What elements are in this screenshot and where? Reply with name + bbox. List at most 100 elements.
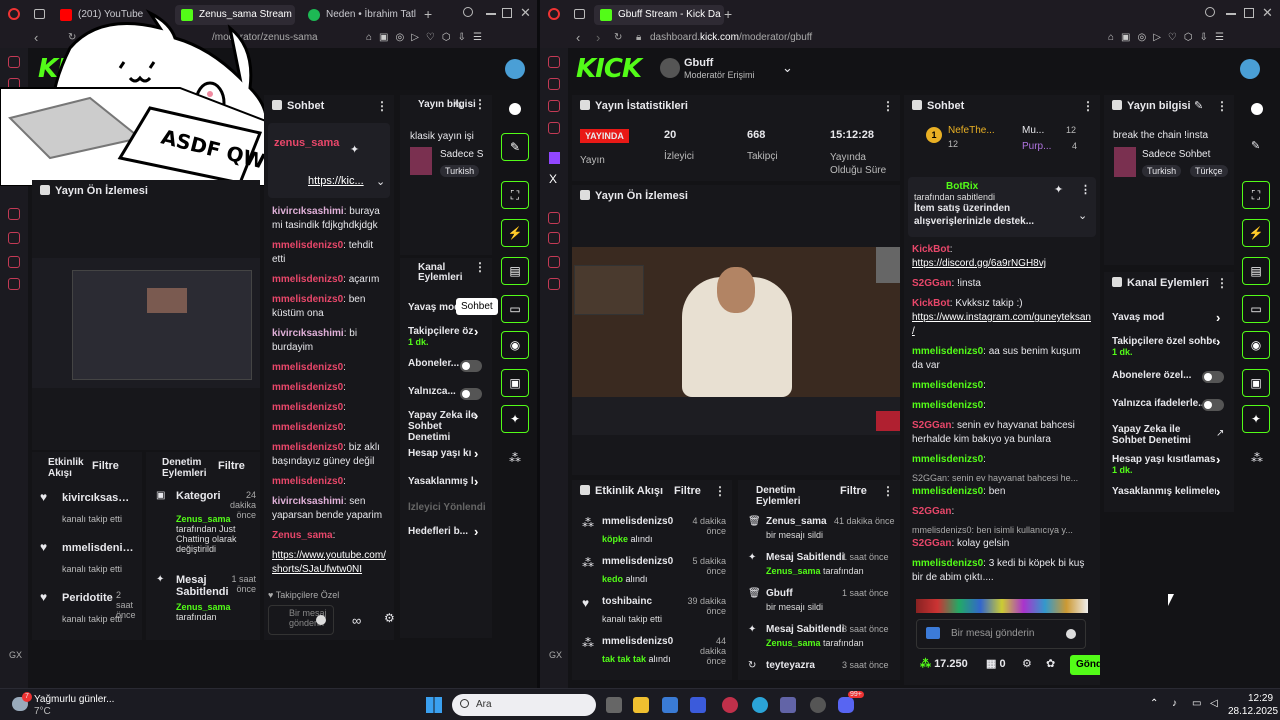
edit-icon[interactable]: ✎	[454, 99, 463, 112]
teams-icon[interactable]	[780, 697, 796, 713]
channel-action-item[interactable]: Hesap yaşı kısıtlaması 1 dk.	[1112, 454, 1216, 476]
minimize-button[interactable]	[1226, 13, 1236, 15]
rail-users-icon[interactable]: ⁂	[509, 451, 521, 465]
stream-preview-video[interactable]	[32, 258, 260, 388]
moderation-by[interactable]: Zenus_sama	[766, 638, 821, 648]
chat-menu-icon[interactable]: ⋮	[376, 99, 388, 113]
chevron-right-icon[interactable]: ›	[1216, 310, 1220, 325]
chat-link[interactable]: https://www.instagram.com/guneyteksan/	[912, 312, 1091, 337]
moderation-title[interactable]: Mesaj Sabitlendi	[766, 624, 844, 635]
chat-username[interactable]: mmelisdenizs0	[272, 402, 343, 413]
rail-chat-button[interactable]: ▭	[1242, 295, 1270, 323]
opera-logo-icon[interactable]	[548, 8, 560, 20]
channel-action-item[interactable]: Takipçilere özel sohbe 1 dk.	[1112, 336, 1216, 358]
channel-switch-chevron-icon[interactable]: ⌄	[782, 60, 793, 76]
activity-user[interactable]: toshibainc	[602, 596, 652, 607]
toggle-switch[interactable]	[460, 388, 482, 400]
maximize-button[interactable]	[502, 8, 512, 18]
external-link-icon[interactable]: ↗	[1216, 428, 1224, 439]
emote-icon[interactable]	[316, 615, 326, 625]
twitch-icon[interactable]	[549, 152, 560, 164]
rail-edit-button[interactable]: ✎	[1251, 139, 1260, 152]
chevron-right-icon[interactable]: ›	[474, 408, 478, 423]
moderation-by[interactable]: Zenus_sama	[766, 566, 821, 576]
channel-actions-menu-icon[interactable]: ⋮	[1216, 276, 1228, 290]
volume-icon[interactable]: ◁	[1210, 698, 1218, 709]
chat-menu-icon[interactable]: ⋮	[1082, 99, 1094, 113]
chat-username[interactable]: S2GGan	[912, 506, 951, 517]
channel-action-item[interactable]: Yasaklanmış kelimeler	[1112, 486, 1216, 497]
moderation-menu-icon[interactable]: ⋮	[882, 484, 894, 498]
channel-action-item[interactable]: Yavaş mod	[1112, 312, 1216, 323]
edge-icon[interactable]	[752, 697, 768, 713]
channel-actions-menu-icon[interactable]: ⋮	[474, 261, 486, 273]
close-button[interactable]: ✕	[1262, 5, 1273, 21]
rail-chat-button[interactable]: ▭	[501, 295, 529, 323]
sidebar-icon-3[interactable]	[8, 208, 20, 220]
sidebar-icon-6[interactable]	[548, 232, 560, 244]
sidebar-icon-8[interactable]	[548, 278, 560, 290]
sidebar-icon-2[interactable]	[548, 78, 560, 90]
store-icon[interactable]	[662, 697, 678, 713]
sidebar-icon-3[interactable]	[548, 100, 560, 112]
tag-badge-1[interactable]: Turkish	[1142, 165, 1182, 177]
opera-gx-icon[interactable]	[722, 697, 738, 713]
rail-tools-button[interactable]: ✦	[1242, 405, 1270, 433]
moderation-title[interactable]: Gbuff	[766, 588, 793, 599]
toggle-switch[interactable]	[1202, 371, 1224, 383]
avatar[interactable]	[505, 59, 525, 79]
tab-gbuff-stream[interactable]: Gbuff Stream - Kick Da	[594, 5, 724, 25]
chat-username[interactable]: mmelisdenizs0	[912, 380, 983, 391]
sidebar-icon-6[interactable]	[8, 278, 20, 290]
pinned-message[interactable]: zenus_sama ✦ https://kic... ⌄	[268, 123, 390, 198]
send-button[interactable]: Gönd	[1070, 655, 1100, 675]
chat-username[interactable]: S2GGan	[912, 420, 951, 431]
channel-action-item[interactable]: Yalnızca ifadelerle...	[1112, 398, 1216, 409]
app-icon-2[interactable]	[810, 697, 826, 713]
chat-username[interactable]: mmelisdenizs0	[272, 442, 343, 453]
chevron-down-icon[interactable]: ⌄	[1078, 209, 1087, 222]
chevron-right-icon[interactable]: ›	[474, 524, 478, 539]
edit-icon[interactable]: ✎	[1194, 99, 1203, 112]
tag-badge[interactable]: Turkish	[440, 165, 480, 177]
chat-username[interactable]: S2GGan	[912, 278, 951, 289]
chat-link[interactable]: https://www.youtube.com/shorts/SJaUfwtw0…	[272, 550, 386, 575]
search-tabs-icon[interactable]	[463, 7, 473, 17]
chat-username[interactable]: mmelisdenizs0	[272, 362, 343, 373]
rail-broadcast-button[interactable]: ◉	[501, 331, 529, 359]
chat-username[interactable]: mmelisdenizs0	[272, 294, 343, 305]
category-name[interactable]: Sadece S	[440, 149, 490, 160]
toggle-switch[interactable]	[460, 360, 482, 372]
chevron-down-icon[interactable]: ⌄	[376, 175, 385, 188]
back-icon[interactable]: ‹	[576, 29, 580, 47]
app-icon-1[interactable]	[690, 697, 706, 713]
gifts-display[interactable]: ▦ 0	[986, 657, 1006, 670]
pin-icon[interactable]: ✦	[1054, 183, 1063, 196]
rail-edit-button[interactable]: ✎	[501, 133, 529, 161]
chat-username[interactable]: mmelisdenizs0	[912, 346, 983, 357]
chat-username[interactable]: kivircıksashimi	[272, 328, 344, 339]
info-icon[interactable]	[509, 103, 521, 115]
new-tab-button[interactable]: +	[724, 6, 732, 22]
chat-username[interactable]: mmelisdenizs0	[912, 454, 983, 465]
task-view-icon[interactable]	[606, 697, 622, 713]
chat-reply-preview[interactable]: mmelisdenizs0: ben isimli kullanıcıya y.…	[912, 525, 1088, 535]
category-name[interactable]: Sadece Sohbet	[1142, 149, 1210, 160]
channel-avatar[interactable]	[660, 58, 680, 78]
new-tab-button[interactable]: +	[424, 6, 432, 22]
channel-action-item[interactable]: Yapay Zeka ile Sohbet Denetimi	[1112, 424, 1216, 446]
rail-tools-button[interactable]: ✦	[501, 405, 529, 433]
avatar[interactable]	[1240, 59, 1260, 79]
rail-flash-button[interactable]: ⚡	[501, 219, 529, 247]
start-button-icon[interactable]	[426, 697, 442, 713]
chat-settings-icon[interactable]: ⚙	[1022, 657, 1032, 670]
chat-link[interactable]: https://discord.gg/6a9rNGH8vj	[912, 258, 1046, 269]
toggle-switch[interactable]	[1202, 399, 1224, 411]
activity-filter-button[interactable]: Filtre	[92, 460, 119, 472]
rail-fullscreen-button[interactable]: ⛶	[1242, 181, 1270, 209]
stats-menu-icon[interactable]: ⋮	[882, 99, 894, 113]
chat-username[interactable]: KickBot	[912, 244, 950, 255]
minimize-button[interactable]	[486, 13, 496, 15]
chevron-right-icon[interactable]: ›	[474, 324, 478, 339]
rail-flash-button[interactable]: ⚡	[1242, 219, 1270, 247]
